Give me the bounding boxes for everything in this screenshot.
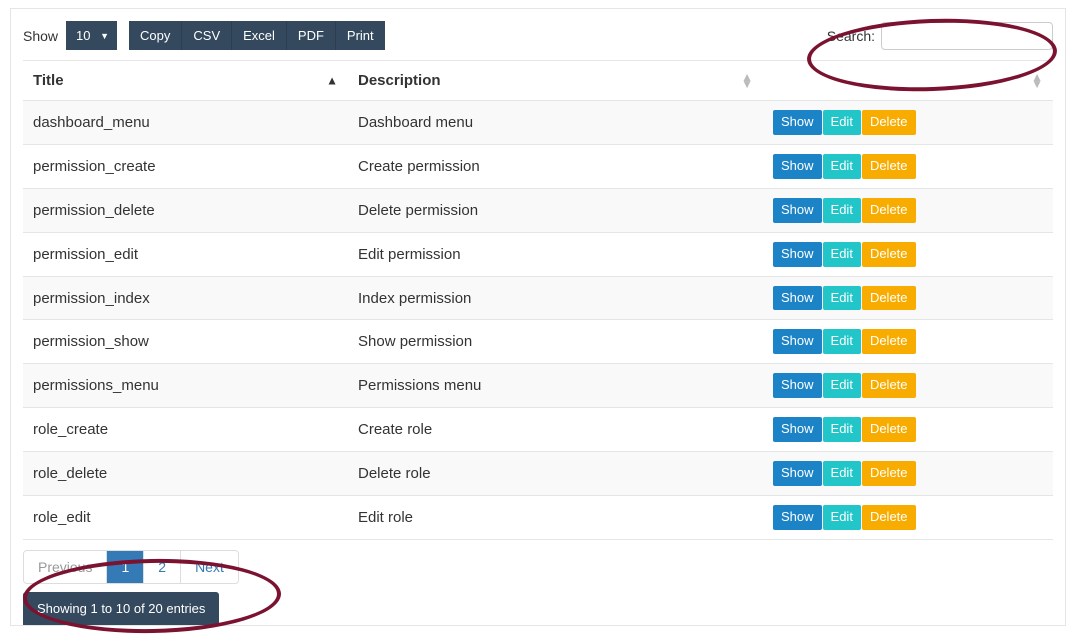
table-row: permission_createCreate permissionShowEd…: [23, 144, 1053, 188]
print-button[interactable]: Print: [335, 21, 385, 50]
sort-icon: ▲▼: [741, 74, 753, 88]
cell-title: dashboard_menu: [23, 101, 348, 145]
cell-actions: ShowEditDelete: [763, 144, 1053, 188]
delete-button[interactable]: Delete: [862, 461, 916, 486]
cell-description: Index permission: [348, 276, 763, 320]
search-label: Search:: [827, 28, 875, 44]
cell-actions: ShowEditDelete: [763, 496, 1053, 540]
edit-button[interactable]: Edit: [823, 242, 861, 267]
cell-title: permission_create: [23, 144, 348, 188]
cell-actions: ShowEditDelete: [763, 320, 1053, 364]
pagination: Previous 1 2 Next: [23, 550, 239, 584]
table-row: role_createCreate roleShowEditDelete: [23, 408, 1053, 452]
cell-description: Show permission: [348, 320, 763, 364]
permissions-table: Title ▲ Description ▲▼ ▲▼ dashboard_menu…: [23, 60, 1053, 540]
show-button[interactable]: Show: [773, 154, 822, 179]
show-button[interactable]: Show: [773, 417, 822, 442]
show-button[interactable]: Show: [773, 329, 822, 354]
cell-description: Create permission: [348, 144, 763, 188]
delete-button[interactable]: Delete: [862, 373, 916, 398]
edit-button[interactable]: Edit: [823, 198, 861, 223]
cell-description: Delete role: [348, 452, 763, 496]
cell-description: Permissions menu: [348, 364, 763, 408]
column-header-description[interactable]: Description ▲▼: [348, 61, 763, 101]
delete-button[interactable]: Delete: [862, 198, 916, 223]
cell-description: Dashboard menu: [348, 101, 763, 145]
cell-actions: ShowEditDelete: [763, 452, 1053, 496]
cell-description: Edit role: [348, 496, 763, 540]
edit-button[interactable]: Edit: [823, 505, 861, 530]
delete-button[interactable]: Delete: [862, 154, 916, 179]
next-page-button[interactable]: Next: [181, 551, 238, 583]
table-row: permission_editEdit permissionShowEditDe…: [23, 232, 1053, 276]
table-row: permissions_menuPermissions menuShowEdit…: [23, 364, 1053, 408]
delete-button[interactable]: Delete: [862, 329, 916, 354]
edit-button[interactable]: Edit: [823, 417, 861, 442]
delete-button[interactable]: Delete: [862, 286, 916, 311]
table-row: role_deleteDelete roleShowEditDelete: [23, 452, 1053, 496]
previous-page-button[interactable]: Previous: [24, 551, 107, 583]
column-header-title[interactable]: Title ▲: [23, 61, 348, 101]
cell-description: Create role: [348, 408, 763, 452]
cell-actions: ShowEditDelete: [763, 101, 1053, 145]
cell-actions: ShowEditDelete: [763, 364, 1053, 408]
cell-actions: ShowEditDelete: [763, 232, 1053, 276]
table-row: permission_showShow permissionShowEditDe…: [23, 320, 1053, 364]
edit-button[interactable]: Edit: [823, 110, 861, 135]
pdf-button[interactable]: PDF: [286, 21, 335, 50]
edit-button[interactable]: Edit: [823, 154, 861, 179]
delete-button[interactable]: Delete: [862, 417, 916, 442]
copy-button[interactable]: Copy: [129, 21, 181, 50]
edit-button[interactable]: Edit: [823, 461, 861, 486]
cell-title: role_edit: [23, 496, 348, 540]
show-button[interactable]: Show: [773, 242, 822, 267]
edit-button[interactable]: Edit: [823, 329, 861, 354]
delete-button[interactable]: Delete: [862, 242, 916, 267]
edit-button[interactable]: Edit: [823, 286, 861, 311]
edit-button[interactable]: Edit: [823, 373, 861, 398]
cell-description: Delete permission: [348, 188, 763, 232]
cell-actions: ShowEditDelete: [763, 408, 1053, 452]
table-row: role_editEdit roleShowEditDelete: [23, 496, 1053, 540]
show-button[interactable]: Show: [773, 373, 822, 398]
show-button[interactable]: Show: [773, 461, 822, 486]
delete-button[interactable]: Delete: [862, 110, 916, 135]
page-2-button[interactable]: 2: [144, 551, 181, 583]
length-label: Show: [23, 28, 58, 44]
show-button[interactable]: Show: [773, 505, 822, 530]
cell-title: role_create: [23, 408, 348, 452]
excel-button[interactable]: Excel: [231, 21, 286, 50]
page-1-button[interactable]: 1: [107, 551, 144, 583]
cell-title: role_delete: [23, 452, 348, 496]
cell-title: permission_index: [23, 276, 348, 320]
table-info: Showing 1 to 10 of 20 entries: [23, 592, 219, 625]
table-row: dashboard_menuDashboard menuShowEditDele…: [23, 101, 1053, 145]
table-row: permission_indexIndex permissionShowEdit…: [23, 276, 1053, 320]
delete-button[interactable]: Delete: [862, 505, 916, 530]
cell-title: permission_show: [23, 320, 348, 364]
cell-title: permissions_menu: [23, 364, 348, 408]
cell-title: permission_delete: [23, 188, 348, 232]
sort-icon: ▲▼: [1031, 74, 1043, 88]
cell-actions: ShowEditDelete: [763, 188, 1053, 232]
show-button[interactable]: Show: [773, 198, 822, 223]
cell-title: permission_edit: [23, 232, 348, 276]
search-input[interactable]: [881, 22, 1053, 50]
show-button[interactable]: Show: [773, 110, 822, 135]
length-select[interactable]: 10: [66, 21, 117, 50]
csv-button[interactable]: CSV: [181, 21, 231, 50]
cell-description: Edit permission: [348, 232, 763, 276]
column-header-actions[interactable]: ▲▼: [763, 61, 1053, 101]
table-row: permission_deleteDelete permissionShowEd…: [23, 188, 1053, 232]
show-button[interactable]: Show: [773, 286, 822, 311]
cell-actions: ShowEditDelete: [763, 276, 1053, 320]
sort-icon: ▲: [326, 77, 338, 84]
